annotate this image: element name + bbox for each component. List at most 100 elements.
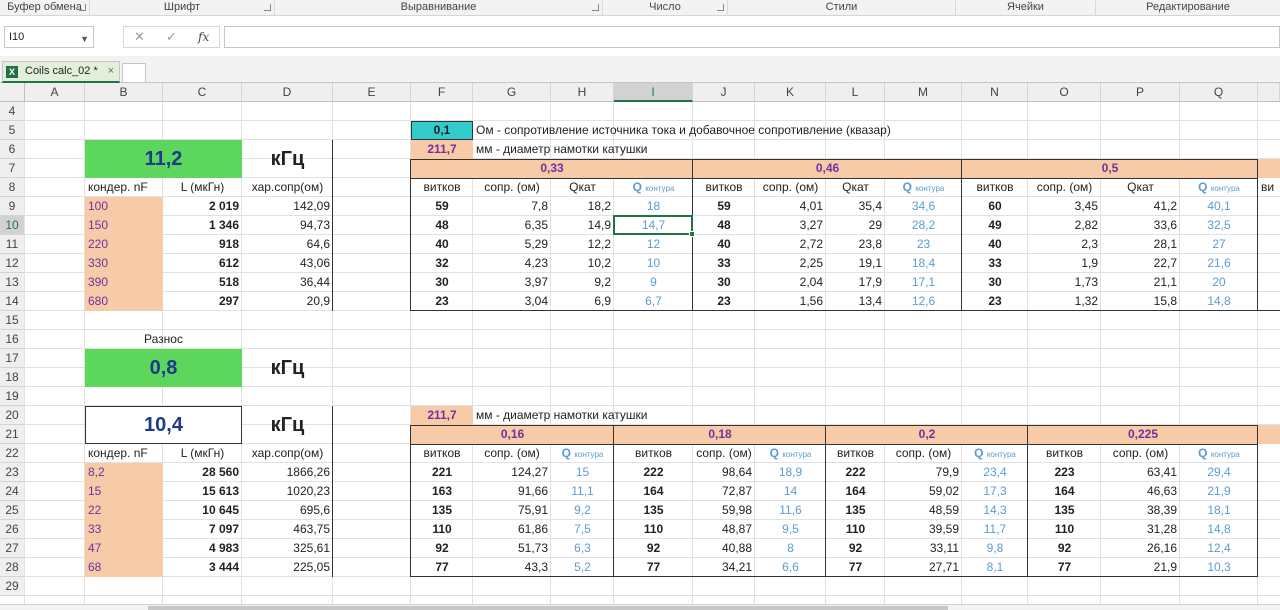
resistance-cell[interactable]: 2,25 bbox=[755, 254, 826, 273]
resistance-cell[interactable]: 63,41 bbox=[1101, 463, 1180, 482]
resistance-cell[interactable]: 3,45 bbox=[1028, 197, 1101, 216]
row-header-9[interactable]: 9 bbox=[0, 197, 25, 216]
subheader-turns-partial[interactable]: ви bbox=[1258, 178, 1280, 197]
qcircuit-cell[interactable]: 6,3 bbox=[551, 539, 614, 558]
turns-cell[interactable]: 59 bbox=[411, 197, 473, 216]
inductance-cell[interactable]: 10 645 bbox=[163, 501, 242, 520]
resistance-cell[interactable]: 4,01 bbox=[755, 197, 826, 216]
turns-cell[interactable]: 222 bbox=[614, 463, 693, 482]
row-header-25[interactable]: 25 bbox=[0, 501, 25, 520]
turns-cell[interactable]: 77 bbox=[1028, 558, 1101, 577]
qcoil-cell[interactable]: 33,6 bbox=[1101, 216, 1180, 235]
subheader-qcircuit[interactable]: Q контура bbox=[1180, 178, 1258, 197]
qcircuit-cell[interactable]: 21,6 bbox=[1180, 254, 1258, 273]
resistance-cell[interactable]: 91,66 bbox=[473, 482, 551, 501]
qcoil-cell[interactable]: 10,2 bbox=[551, 254, 614, 273]
qcircuit-cell[interactable]: 9,2 bbox=[551, 501, 614, 520]
subheader-resistance[interactable]: сопр. (ом) bbox=[755, 178, 826, 197]
qcoil-cell[interactable]: 35,4 bbox=[826, 197, 885, 216]
subheader-resistance[interactable]: сопр. (ом) bbox=[473, 444, 551, 463]
row-header-20[interactable]: 20 bbox=[0, 406, 25, 425]
qcircuit-cell[interactable]: 40,1 bbox=[1180, 197, 1258, 216]
turns-cell[interactable]: 59 bbox=[693, 197, 755, 216]
spread-value[interactable]: 0,8 bbox=[85, 349, 242, 387]
turns-cell[interactable]: 49 bbox=[962, 216, 1028, 235]
row-header-11[interactable]: 11 bbox=[0, 235, 25, 254]
row-header-24[interactable]: 24 bbox=[0, 482, 25, 501]
turns-cell[interactable]: 40 bbox=[411, 235, 473, 254]
turns-cell[interactable]: 23 bbox=[962, 292, 1028, 311]
impedance-cell[interactable]: 1020,23 bbox=[242, 482, 333, 501]
wire-diameter-header[interactable]: 0,5 bbox=[962, 159, 1258, 178]
row-header-5[interactable]: 5 bbox=[0, 121, 25, 140]
name-box[interactable]: I10 ▼ bbox=[4, 26, 94, 48]
qcircuit-cell[interactable]: 11,1 bbox=[551, 482, 614, 501]
resistance-cell[interactable]: 21,9 bbox=[1101, 558, 1180, 577]
inductance-cell[interactable]: 15 613 bbox=[163, 482, 242, 501]
ribbon-group-font[interactable]: Шрифт bbox=[90, 0, 275, 16]
column-header-o[interactable]: O bbox=[1028, 83, 1101, 102]
cancel-icon[interactable]: ✕ bbox=[134, 29, 145, 45]
impedance-cell[interactable]: 225,05 bbox=[242, 558, 333, 577]
impedance-cell[interactable]: 142,09 bbox=[242, 197, 333, 216]
turns-cell[interactable]: 222 bbox=[826, 463, 885, 482]
inductance-cell[interactable]: 2 019 bbox=[163, 197, 242, 216]
resistance-cell[interactable]: 43,3 bbox=[473, 558, 551, 577]
impedance-cell[interactable]: 64,6 bbox=[242, 235, 333, 254]
resistance-cell[interactable]: 2,82 bbox=[1028, 216, 1101, 235]
qcircuit-cell[interactable]: 9 bbox=[614, 273, 693, 292]
diameter-value[interactable]: 211,7 bbox=[411, 140, 473, 159]
qcoil-cell[interactable]: 29 bbox=[826, 216, 885, 235]
enter-icon[interactable]: ✓ bbox=[166, 29, 177, 45]
resistance-cell[interactable]: 34,21 bbox=[693, 558, 755, 577]
diameter2-value[interactable]: 211,7 bbox=[411, 406, 473, 425]
column-header-p[interactable]: P bbox=[1101, 83, 1180, 102]
row-header-21[interactable]: 21 bbox=[0, 425, 25, 444]
column-label[interactable]: L (мкГн) bbox=[163, 178, 242, 197]
resistance-cell[interactable]: 33,11 bbox=[885, 539, 962, 558]
turns-cell[interactable]: 30 bbox=[693, 273, 755, 292]
select-all-corner[interactable] bbox=[0, 83, 25, 102]
spread-label[interactable]: Разнос bbox=[85, 330, 242, 349]
qcircuit-cell[interactable]: 14 bbox=[755, 482, 826, 501]
column-header-e[interactable]: E bbox=[333, 83, 411, 102]
impedance-cell[interactable]: 325,61 bbox=[242, 539, 333, 558]
capacitance-cell[interactable]: 680 bbox=[85, 292, 163, 311]
qcoil-cell[interactable]: 21,1 bbox=[1101, 273, 1180, 292]
qcircuit-cell[interactable]: 18,4 bbox=[885, 254, 962, 273]
turns-cell[interactable]: 92 bbox=[614, 539, 693, 558]
resistance-cell[interactable]: 5,29 bbox=[473, 235, 551, 254]
subheader-qcoil[interactable]: Qкат bbox=[826, 178, 885, 197]
close-icon[interactable]: × bbox=[108, 62, 114, 81]
row-header-12[interactable]: 12 bbox=[0, 254, 25, 273]
ribbon-group-editing[interactable]: Редактирование bbox=[1096, 0, 1280, 16]
qcoil-cell[interactable]: 9,2 bbox=[551, 273, 614, 292]
qcoil-cell[interactable]: 19,1 bbox=[826, 254, 885, 273]
dialog-launcher-icon[interactable] bbox=[717, 4, 724, 11]
inductance-cell[interactable]: 1 346 bbox=[163, 216, 242, 235]
capacitance-cell[interactable]: 100 bbox=[85, 197, 163, 216]
subheader-turns[interactable]: витков bbox=[962, 178, 1028, 197]
qcircuit-cell[interactable]: 32,5 bbox=[1180, 216, 1258, 235]
resistance-cell[interactable]: 6,35 bbox=[473, 216, 551, 235]
turns-cell[interactable]: 77 bbox=[614, 558, 693, 577]
capacitance-cell[interactable]: 330 bbox=[85, 254, 163, 273]
resistance-cell[interactable]: 7,8 bbox=[473, 197, 551, 216]
resistance-cell[interactable]: 72,87 bbox=[693, 482, 755, 501]
row-header-18[interactable]: 18 bbox=[0, 368, 25, 387]
horizontal-scrollbar[interactable] bbox=[0, 604, 1280, 610]
qcoil-cell[interactable]: 13,4 bbox=[826, 292, 885, 311]
subheader-turns[interactable]: витков bbox=[411, 444, 473, 463]
row-header-15[interactable]: 15 bbox=[0, 311, 25, 330]
qcircuit-cell[interactable]: 11,6 bbox=[755, 501, 826, 520]
subheader-resistance[interactable]: сопр. (ом) bbox=[473, 178, 551, 197]
resonant-frequency-2[interactable]: 10,4 bbox=[85, 406, 242, 444]
frequency-unit[interactable]: кГц bbox=[242, 140, 333, 178]
row-header-6[interactable]: 6 bbox=[0, 140, 25, 159]
subheader-turns[interactable]: витков bbox=[614, 444, 693, 463]
resistance-cell[interactable]: 26,16 bbox=[1101, 539, 1180, 558]
column-label[interactable]: L (мкГн) bbox=[163, 444, 242, 463]
qcircuit-cell[interactable]: 15 bbox=[551, 463, 614, 482]
row-header-23[interactable]: 23 bbox=[0, 463, 25, 482]
dialog-launcher-icon[interactable] bbox=[592, 4, 599, 11]
